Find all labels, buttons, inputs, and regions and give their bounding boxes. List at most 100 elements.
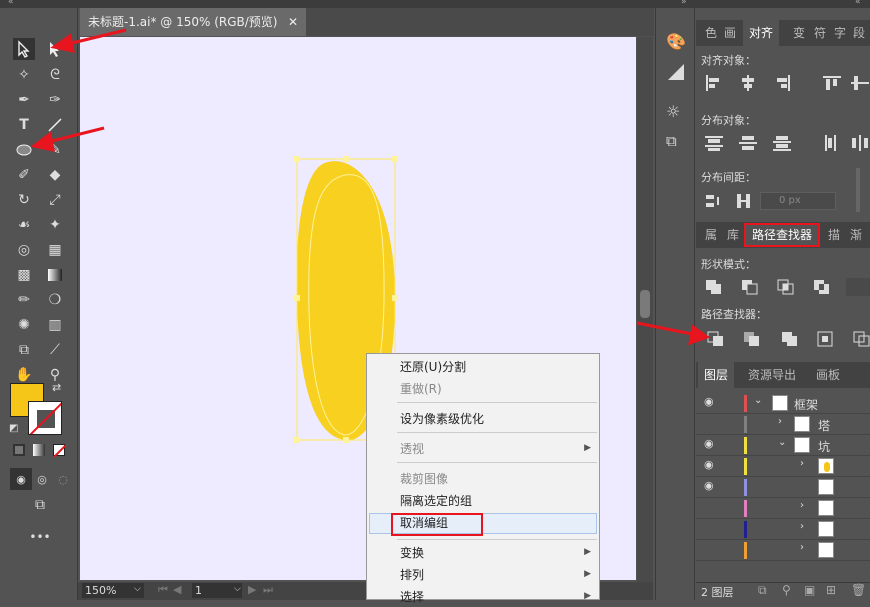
tab-stroke[interactable]: 描 [828, 222, 840, 248]
distribute-hspace-icon[interactable] [734, 192, 754, 210]
intersect-icon[interactable] [776, 278, 796, 296]
eraser-icon[interactable]: ◆ [44, 164, 66, 186]
align-top-icon[interactable] [822, 74, 842, 92]
line-tool-icon[interactable] [44, 114, 66, 136]
blend-icon[interactable]: ❍ [44, 289, 66, 311]
chevron-right-icon[interactable]: › [800, 458, 804, 469]
tab-align[interactable]: 对齐 [743, 20, 780, 46]
collapse-right-icon[interactable]: « [855, 0, 861, 7]
locate-object-icon[interactable]: ⚲ [782, 583, 791, 597]
handle-bl[interactable] [294, 437, 300, 443]
scale-icon[interactable]: ⤢ [44, 189, 66, 211]
layer-row[interactable]: ◉ [696, 477, 870, 498]
handle-mr[interactable] [392, 295, 398, 301]
tab-transform[interactable]: 变 [793, 20, 805, 46]
gradient-mode-icon[interactable] [33, 444, 45, 456]
align-left-icon[interactable] [704, 74, 724, 92]
draw-behind-icon[interactable]: ◎ [31, 468, 53, 490]
eye-icon[interactable]: ◉ [704, 437, 714, 450]
shaper-icon[interactable]: ✐ [13, 164, 35, 186]
tab-symbols[interactable]: 符 [814, 20, 826, 46]
trim-icon[interactable] [742, 330, 762, 348]
outline-icon[interactable] [852, 330, 870, 348]
eye-icon[interactable]: ◉ [704, 458, 714, 471]
spacing-input[interactable]: 0 px [760, 192, 836, 210]
eye-icon[interactable]: ◉ [704, 479, 714, 492]
color-palette-icon[interactable]: 🎨 [666, 32, 686, 52]
artboard-tool-icon[interactable]: ⧉ [13, 339, 35, 361]
more-tools-icon[interactable]: ••• [29, 526, 51, 548]
color-mode-icon[interactable] [13, 444, 25, 456]
default-colors-icon[interactable]: ◩ [9, 423, 18, 434]
artboard-dropdown-icon[interactable]: ⌵ [234, 584, 241, 594]
tab-character[interactable]: 字 [834, 20, 846, 46]
distribute-top-icon[interactable] [704, 134, 724, 152]
selection-tool-icon[interactable] [13, 38, 35, 60]
chevron-right-icon[interactable]: › [800, 500, 804, 511]
draw-inside-icon[interactable]: ◌ [52, 468, 74, 490]
layer-row[interactable]: ◉ ⌄ 坑 [696, 435, 870, 456]
handle-tr[interactable] [392, 156, 398, 162]
tab-paragraph[interactable]: 段 [853, 20, 865, 46]
distribute-vcenter-icon[interactable] [738, 134, 758, 152]
clipping-mask-icon[interactable]: ▣ [804, 583, 815, 597]
column-graph-icon[interactable]: ▥ [44, 314, 66, 336]
shape-builder-icon[interactable]: ◎ [13, 239, 35, 261]
gradient-panel-icon[interactable] [666, 62, 686, 82]
direct-selection-tool-icon[interactable] [44, 38, 66, 60]
curvature-icon[interactable]: ✑ [44, 89, 66, 111]
trash-icon[interactable]: 🗑 [851, 583, 866, 597]
type-tool-icon[interactable]: T [13, 114, 35, 136]
layer-row[interactable]: › [696, 540, 870, 561]
distribute-bottom-icon[interactable] [772, 134, 792, 152]
slice-icon[interactable]: ⟋ [44, 339, 66, 361]
warp-icon[interactable]: ☙ [13, 214, 35, 236]
puppet-warp-icon[interactable]: ✦ [44, 214, 66, 236]
divide-icon[interactable] [706, 330, 726, 348]
eyedropper-icon[interactable]: ✏ [13, 289, 35, 311]
merge-icon[interactable] [780, 330, 800, 348]
layer-name[interactable]: 坑 [818, 438, 830, 455]
tab-brush[interactable]: 画 [724, 20, 736, 46]
collapse-left-icon[interactable]: « [8, 0, 14, 7]
new-sublayer-icon[interactable]: ⊞ [826, 583, 836, 597]
symbol-sprayer-icon[interactable]: ✺ [13, 314, 35, 336]
perspective-grid-icon[interactable]: ▦ [44, 239, 66, 261]
layer-name[interactable]: 框架 [794, 396, 818, 413]
rotate-icon[interactable]: ↻ [13, 189, 35, 211]
exclude-icon[interactable] [812, 278, 832, 296]
align-right-icon[interactable] [772, 74, 792, 92]
scroll-thumb[interactable] [640, 290, 650, 318]
pen-tool-icon[interactable]: ✒ [13, 89, 35, 111]
tab-gradient[interactable]: 渐 [850, 222, 862, 248]
crop-icon[interactable] [816, 330, 836, 348]
menu-item-transform[interactable]: 变换 [400, 543, 424, 563]
menu-item-arrange[interactable]: 排列 [400, 565, 424, 585]
tab-color[interactable]: 色 [705, 20, 717, 46]
lasso-icon[interactable]: ᘓ [44, 64, 66, 86]
layer-row[interactable]: › [696, 519, 870, 540]
unite-icon[interactable] [704, 278, 724, 296]
last-artboard-icon[interactable]: ⏭ [263, 583, 273, 597]
tab-properties[interactable]: 属 [705, 222, 717, 248]
document-tab[interactable]: 未标题-1.ai* @ 150% (RGB/预览) ✕ [80, 8, 306, 36]
handle-ml[interactable] [294, 295, 300, 301]
magic-wand-icon[interactable]: ✧ [13, 64, 35, 86]
chevron-right-icon[interactable]: › [800, 542, 804, 553]
handle-tl[interactable] [294, 156, 300, 162]
layer-row[interactable]: › [696, 498, 870, 519]
align-hcenter-icon[interactable] [738, 74, 758, 92]
distribute-left-icon[interactable] [822, 134, 842, 152]
menu-item-select[interactable]: 选择 [400, 587, 424, 607]
tab-libraries[interactable]: 库 [727, 222, 739, 248]
handle-tm[interactable] [343, 156, 349, 162]
menu-item-isolate-group[interactable]: 隔离选定的组 [400, 491, 472, 511]
layer-row[interactable]: ◉ ⌄ 框架 [696, 393, 870, 414]
chevron-down-icon[interactable]: ⌄ [754, 395, 762, 406]
prev-artboard-icon[interactable]: ◀ [173, 583, 181, 596]
chevron-right-icon[interactable]: › [800, 521, 804, 532]
draw-normal-icon[interactable]: ◉ [10, 468, 32, 490]
align-vcenter-icon[interactable] [850, 74, 870, 92]
screen-mode-icon[interactable]: ⧉ [29, 494, 51, 516]
gradient-icon[interactable] [44, 264, 66, 286]
